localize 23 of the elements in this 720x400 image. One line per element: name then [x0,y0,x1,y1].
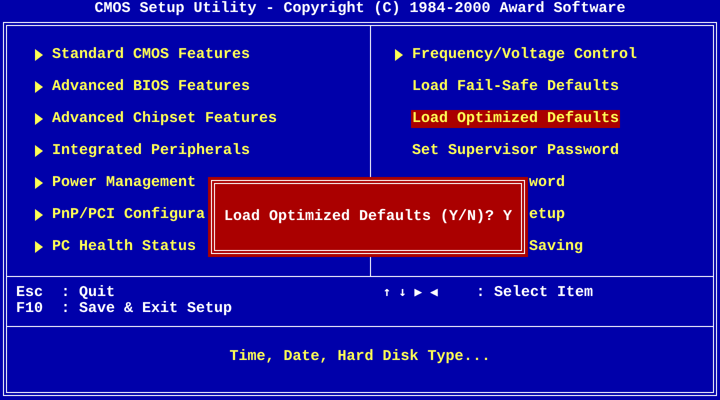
menu-item[interactable]: Advanced BIOS Features [51,78,252,96]
menu-item[interactable]: PC Health Status [51,238,198,256]
menu-item[interactable]: etup [528,206,566,224]
menu-item[interactable]: Load Fail-Safe Defaults [411,78,620,96]
menu-item[interactable]: Integrated Peripherals [51,142,252,160]
menu-item[interactable]: Load Optimized Defaults [411,110,620,128]
menu-item[interactable]: Saving [528,238,584,256]
menu-item[interactable]: Power Management [51,174,198,192]
dialog-prompt: Load Optimized Defaults (Y/N)? Y [224,206,512,227]
menu-item[interactable]: Set Supervisor Password [411,142,620,160]
shortcut-key: Esc [16,285,61,301]
shortcut-description: : Save & Exit Setup [61,301,232,317]
shortcut-description: : Quit [61,285,116,301]
shortcut-description: : Select Item [476,285,594,301]
shortcut-key: ↑ ↓ ▶ ◀ [383,285,476,301]
menu-item[interactable]: PnP/PCI Configura [51,206,206,224]
menu-item[interactable]: Advanced Chipset Features [51,110,278,128]
item-description: Time, Date, Hard Disk Type... [229,347,491,368]
shortcut-key: F10 [16,301,61,317]
menu-item[interactable]: word [528,174,566,192]
menu-item[interactable]: Standard CMOS Features [51,46,252,64]
window-title: CMOS Setup Utility - Copyright (C) 1984-2000 Award Software [93,0,627,19]
menu-item[interactable]: Frequency/Voltage Control [411,46,638,64]
